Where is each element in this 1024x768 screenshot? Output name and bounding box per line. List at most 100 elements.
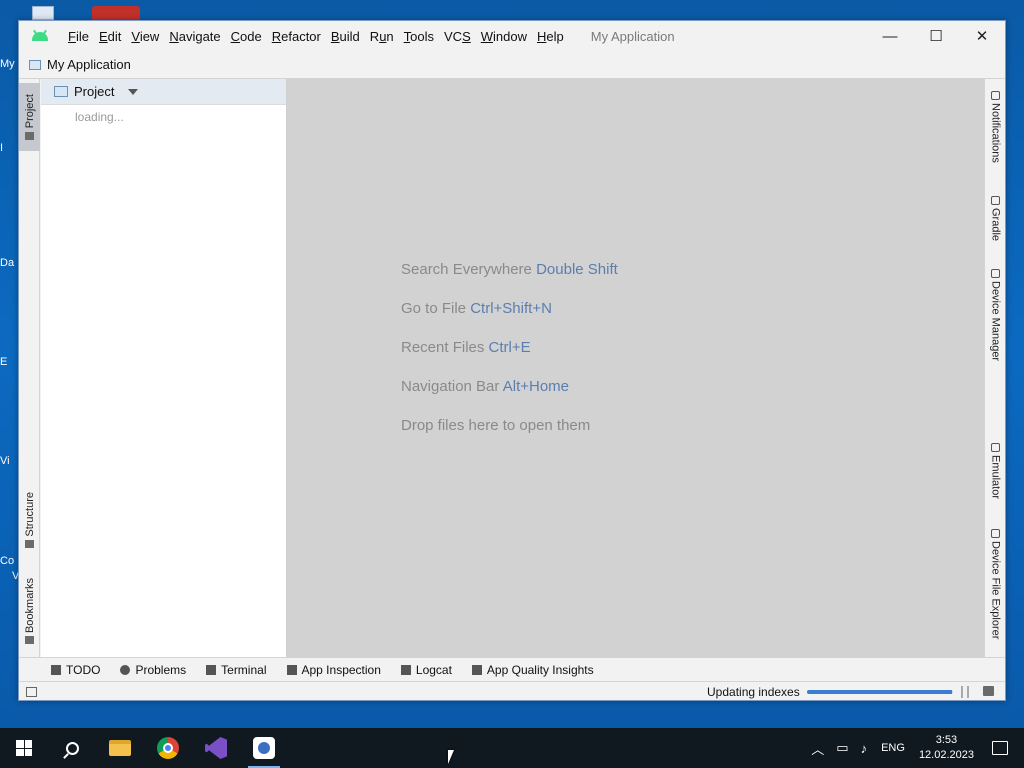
desktop-label: Vi (0, 455, 10, 467)
clock[interactable]: 3:53 12.02.2023 (919, 733, 974, 763)
status-bar: Updating indexes (19, 681, 1005, 702)
tab-bookmarks[interactable]: Bookmarks (19, 573, 40, 649)
problems-icon (120, 664, 131, 675)
bookmark-icon (25, 636, 34, 645)
search-button[interactable] (48, 728, 96, 768)
tool-problems[interactable]: Problems (120, 663, 186, 677)
breadcrumb[interactable]: My Application (47, 57, 131, 72)
project-loading-text: loading... (75, 110, 124, 124)
menu-window[interactable]: Window (476, 29, 532, 44)
mouse-cursor-icon (448, 750, 454, 764)
desktop-label: I (0, 142, 4, 154)
gradle-icon (991, 196, 1000, 205)
language-indicator[interactable]: ENG (881, 742, 905, 754)
network-icon[interactable]: ▭ (836, 740, 848, 756)
volume-icon[interactable]: ♪ (861, 741, 868, 756)
menu-build[interactable]: Build (326, 29, 365, 44)
minimize-button[interactable]: — (867, 21, 913, 51)
chrome-icon (157, 737, 179, 759)
tool-terminal-label: Terminal (221, 662, 267, 677)
hint-recent-files: Recent Files Ctrl+E (401, 339, 531, 356)
tab-notifications-label: Notifications (989, 103, 1002, 163)
tab-device-manager[interactable]: Device Manager (985, 269, 1006, 361)
menu-tools[interactable]: Tools (399, 29, 439, 44)
desktop-label: Co (0, 555, 15, 567)
folder-icon (109, 740, 131, 756)
project-view-selector[interactable]: Project (74, 84, 114, 99)
project-panel: Project loading... (41, 79, 287, 657)
left-tool-strip: Project Structure Bookmarks (19, 79, 40, 657)
hint-navigation-bar: Navigation Bar Alt+Home (401, 378, 570, 395)
taskbar: ︿ ▭ ♪ ENG 3:53 12.02.2023 (0, 728, 1024, 768)
search-icon (65, 741, 79, 755)
chevron-up-icon[interactable]: ︿ (811, 739, 824, 758)
menu-edit[interactable]: Edit (94, 29, 126, 44)
file-explorer-button[interactable] (96, 728, 144, 768)
project-view-icon (54, 86, 68, 97)
pause-icon[interactable] (961, 686, 969, 698)
chevron-down-icon[interactable] (128, 88, 139, 95)
tab-notifications[interactable]: Notifications (985, 91, 1006, 163)
ide-window: File Edit View Navigate Code Refactor Bu… (18, 20, 1006, 701)
tab-device-manager-label: Device Manager (989, 281, 1002, 362)
menu-code[interactable]: Code (226, 29, 267, 44)
menu-run[interactable]: Run (365, 29, 399, 44)
bottom-tool-bar: TODO Problems Terminal App Inspection Lo… (19, 657, 1005, 681)
tool-logcat[interactable]: Logcat (400, 662, 452, 677)
desktop-icon[interactable] (32, 6, 54, 20)
tab-gradle[interactable]: Gradle (985, 196, 1006, 241)
project-panel-header[interactable]: Project (41, 79, 286, 105)
android-studio-button[interactable] (240, 728, 288, 768)
visual-studio-button[interactable] (192, 728, 240, 768)
tool-app-inspection[interactable]: App Inspection (286, 663, 381, 677)
chrome-button[interactable] (144, 728, 192, 768)
windows-logo-icon (16, 740, 32, 756)
tool-logcat-label: Logcat (415, 662, 452, 677)
close-button[interactable]: ✕ (959, 21, 1005, 51)
tool-todo[interactable]: TODO (51, 663, 100, 677)
hint-search-everywhere: Search Everywhere Double Shift (401, 261, 618, 278)
diamond-icon (471, 664, 482, 675)
menu-navigate[interactable]: Navigate (164, 29, 225, 44)
tab-device-file-explorer[interactable]: Device File Explorer (985, 529, 1006, 639)
menu-vcs[interactable]: VCS (439, 29, 476, 44)
start-button[interactable] (0, 728, 48, 768)
tab-gradle-label: Gradle (989, 208, 1002, 242)
terminal-icon (206, 664, 217, 675)
tab-structure[interactable]: Structure (19, 485, 40, 555)
tab-project[interactable]: Project (19, 83, 40, 151)
desktop-label: Da (0, 257, 15, 269)
indexing-progress-bar (807, 690, 953, 694)
tool-app-quality-insights[interactable]: App Quality Insights (471, 663, 594, 677)
system-tray: ︿ ▭ ♪ ENG 3:53 12.02.2023 (805, 728, 1024, 768)
tool-todo-label: TODO (66, 662, 101, 677)
tool-problems-label: Problems (135, 662, 187, 677)
editor-area[interactable]: Search Everywhere Double Shift Go to Fil… (287, 79, 985, 657)
tab-bookmarks-label: Bookmarks (23, 577, 36, 634)
tab-structure-label: Structure (23, 492, 36, 537)
desktop-label: My (0, 58, 15, 70)
menu-bar: File Edit View Navigate Code Refactor Bu… (63, 29, 569, 44)
event-log-icon[interactable] (983, 686, 994, 696)
structure-icon (25, 539, 34, 548)
menu-view[interactable]: View (126, 29, 164, 44)
right-tool-strip: Notifications Gradle Device Manager Emul… (984, 79, 1005, 657)
clock-time: 3:53 (935, 734, 958, 746)
maximize-button[interactable]: ☐ (913, 21, 959, 51)
title-bar: File Edit View Navigate Code Refactor Bu… (19, 21, 1005, 51)
progress-fill (807, 690, 952, 694)
android-studio-logo-icon (31, 29, 49, 42)
emulator-icon (991, 443, 1000, 452)
action-center-icon[interactable] (992, 741, 1008, 755)
menu-refactor[interactable]: Refactor (267, 29, 326, 44)
app-inspection-icon (286, 664, 297, 675)
tool-terminal[interactable]: Terminal (206, 662, 267, 677)
menu-help[interactable]: Help (532, 29, 569, 44)
device-file-explorer-icon (991, 529, 1000, 538)
menu-file[interactable]: File (63, 29, 94, 44)
folder-icon (25, 131, 34, 140)
hint-drop-files: Drop files here to open them (401, 417, 591, 434)
tab-emulator[interactable]: Emulator (985, 443, 1006, 499)
android-studio-icon (253, 737, 275, 759)
toggle-tool-windows-icon[interactable] (26, 687, 37, 697)
